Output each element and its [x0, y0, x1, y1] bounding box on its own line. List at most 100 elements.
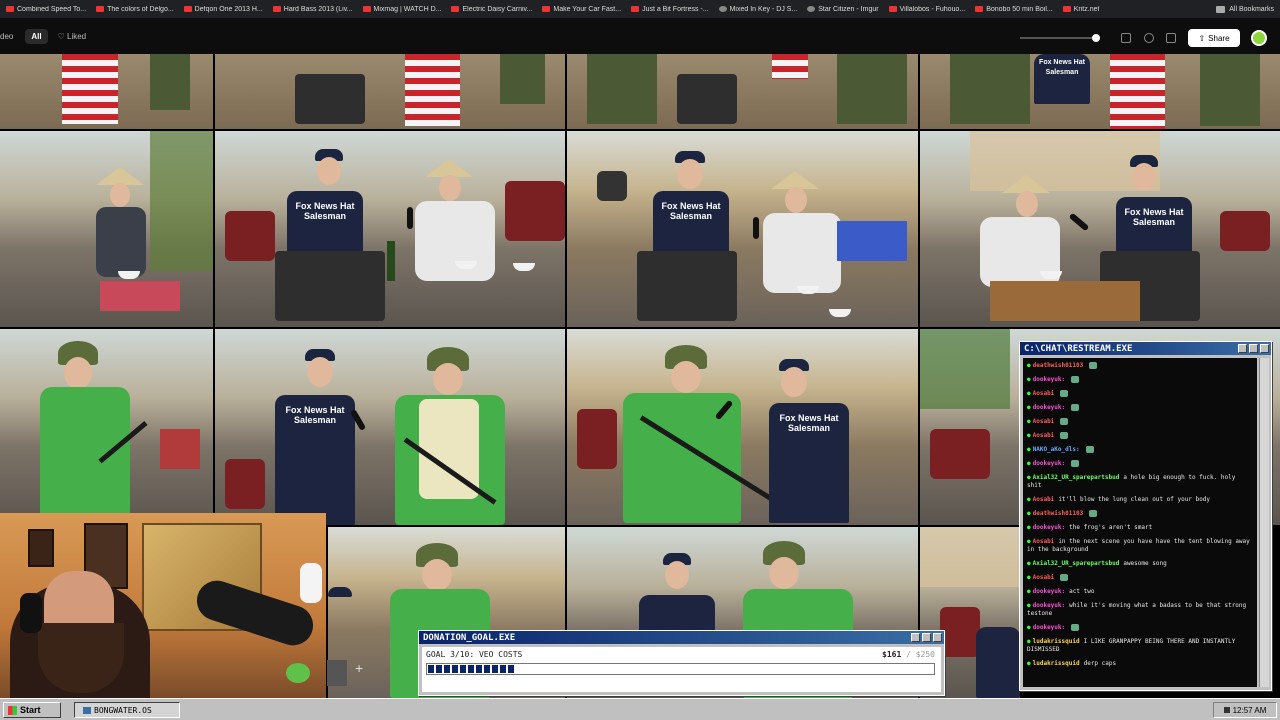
bookmark-label: Just a Bit Fortress -... [642, 5, 709, 13]
platform-icon: ● [1027, 404, 1031, 411]
image-tile[interactable]: Fox News Hat Salesman [567, 131, 918, 327]
bookmark-item[interactable]: Electric Daisy Carniv... [451, 6, 532, 13]
favicon-icon [718, 6, 727, 12]
bookmark-item[interactable]: Hard Bass 2013 (Liv... [272, 6, 353, 13]
bookmarks-bar: Combined Speed To... The colors of Delgo.… [0, 0, 1280, 18]
favicon-icon [183, 6, 192, 12]
platform-icon: ● [1027, 362, 1031, 369]
motorbike [1220, 211, 1270, 251]
windows-logo-icon [8, 705, 17, 715]
chat-username: Aosabi [1032, 390, 1055, 397]
image-tile[interactable]: Fox News Hat Salesman [920, 131, 1280, 327]
chat-message: ● deathwish01103 [1027, 362, 1253, 370]
microphone [407, 207, 413, 229]
platform-icon: ● [1027, 474, 1031, 481]
chat-scrollbar[interactable] [1259, 358, 1269, 687]
bookmark-item[interactable]: Bonobo 50 min Boil... [975, 6, 1053, 13]
person-head [781, 367, 807, 397]
fruit-stand [160, 429, 200, 469]
platform-icon: ● [1027, 660, 1031, 667]
bookmark-item[interactable]: The colors of Delgo... [96, 6, 174, 13]
image-tile[interactable] [215, 54, 565, 129]
target-amount: / $250 [906, 650, 935, 659]
bookmark-item[interactable]: Combined Speed To... [6, 6, 86, 13]
donation-body: GOAL 3/10: VEO COSTS $161 / $250 [422, 647, 941, 692]
building [920, 527, 1020, 587]
taskbar-item-bongwater[interactable]: BONGWATER.OS [74, 702, 180, 718]
start-button[interactable]: Start [3, 702, 61, 718]
image-tile[interactable]: Fox News Hat Salesman [215, 131, 565, 327]
thumbnail[interactable] [327, 660, 347, 686]
filter-video[interactable]: deo [0, 32, 13, 41]
frog-costume [40, 387, 130, 517]
platform-icon: ● [1027, 376, 1031, 383]
minimize-button[interactable] [1238, 344, 1247, 353]
platform-icon: ● [1027, 418, 1031, 425]
table [990, 281, 1140, 321]
bookmarks-right[interactable]: All Bookmarks [1216, 5, 1274, 13]
tile-scene [567, 329, 918, 525]
share-button[interactable]: ⇧ Share [1188, 29, 1240, 47]
favicon-icon [807, 6, 816, 12]
image-tile[interactable] [567, 54, 918, 129]
filter-liked[interactable]: ♡ Liked [58, 32, 87, 41]
zoom-slider-knob[interactable] [1092, 34, 1100, 42]
grid-icon[interactable] [1166, 33, 1176, 43]
wheelchair [295, 74, 365, 124]
platform-icon: ● [1027, 510, 1031, 517]
settings-icon[interactable] [1144, 33, 1154, 43]
minimize-button[interactable] [911, 633, 920, 642]
image-tile[interactable] [0, 54, 213, 129]
soldier [837, 54, 907, 124]
platform-icon: ● [1027, 460, 1031, 467]
chat-message: ● dookeyuk: the frog's aren't smart [1027, 524, 1253, 532]
platform-icon: ● [1027, 524, 1031, 531]
bookmark-item[interactable]: Mixmag | WATCH D... [362, 6, 441, 13]
favicon-icon [975, 6, 984, 12]
chat-text: derp caps [1083, 660, 1117, 667]
chat-window: C:\CHAT\RESTREAM.EXE ● deathwish01103 ● doo… [1019, 341, 1272, 691]
zoom-slider[interactable] [1020, 34, 1100, 42]
bookmark-item[interactable]: Mixed In Key - DJ S... [718, 6, 797, 13]
shirt-print [976, 627, 1020, 698]
bookmark-item[interactable]: Make Your Car Fast... [542, 6, 621, 13]
image-tile[interactable]: Fox News Hat Salesman [567, 329, 918, 525]
avatar[interactable] [1251, 30, 1267, 46]
maximize-button[interactable] [922, 633, 931, 642]
tile-scene [215, 329, 565, 525]
platform-icon: ● [1027, 560, 1031, 567]
donation-titlebar[interactable]: DONATION_GOAL.EXE [419, 631, 944, 644]
bookmark-item[interactable]: Kritz.net [1062, 6, 1099, 13]
favicon-icon [272, 6, 281, 12]
image-tile[interactable] [0, 329, 213, 525]
chat-message: ● Axial32_UR_sparepartsbud a hole big enou… [1027, 474, 1253, 490]
image-tile[interactable]: Fox News Hat Salesman [920, 54, 1280, 129]
bookmark-item[interactable]: Star Citizen - Imgur [807, 6, 879, 13]
bookmark-label: Defqon One 2013 H... [194, 5, 263, 13]
person-head [307, 357, 333, 387]
image-tile[interactable]: Fox News Hat Salesman [215, 329, 565, 525]
soldier [500, 54, 545, 104]
bookmark-item[interactable]: Villalobos - Fuhouo... [888, 6, 965, 13]
add-icon[interactable]: + [355, 660, 363, 676]
chat-message: ● dookeyuk: while it's moving what a badas… [1027, 602, 1253, 618]
image-tile[interactable] [0, 131, 213, 327]
close-button[interactable] [933, 633, 942, 642]
maximize-button[interactable] [1249, 344, 1258, 353]
soldier [150, 54, 190, 110]
bookmark-item[interactable]: Defqon One 2013 H... [183, 5, 263, 13]
webcam-feed [0, 513, 326, 698]
platform-icon: ● [1027, 390, 1031, 397]
bottle [387, 241, 395, 281]
shop-front [150, 131, 213, 271]
filter-all[interactable]: All [25, 28, 48, 44]
close-button[interactable] [1260, 344, 1269, 353]
frame-icon[interactable] [1121, 33, 1131, 43]
chat-message: ● dookeyuk: [1027, 460, 1253, 468]
share-label: Share [1208, 33, 1230, 43]
chat-messages: ● deathwish01103 ● dookeyuk: ● Aosabi ● dookeyu… [1023, 358, 1257, 687]
motorbike [940, 607, 980, 657]
emote-icon [1060, 432, 1069, 439]
bookmark-item[interactable]: Just a Bit Fortress -... [631, 6, 709, 13]
chat-titlebar[interactable]: C:\CHAT\RESTREAM.EXE [1020, 342, 1271, 355]
